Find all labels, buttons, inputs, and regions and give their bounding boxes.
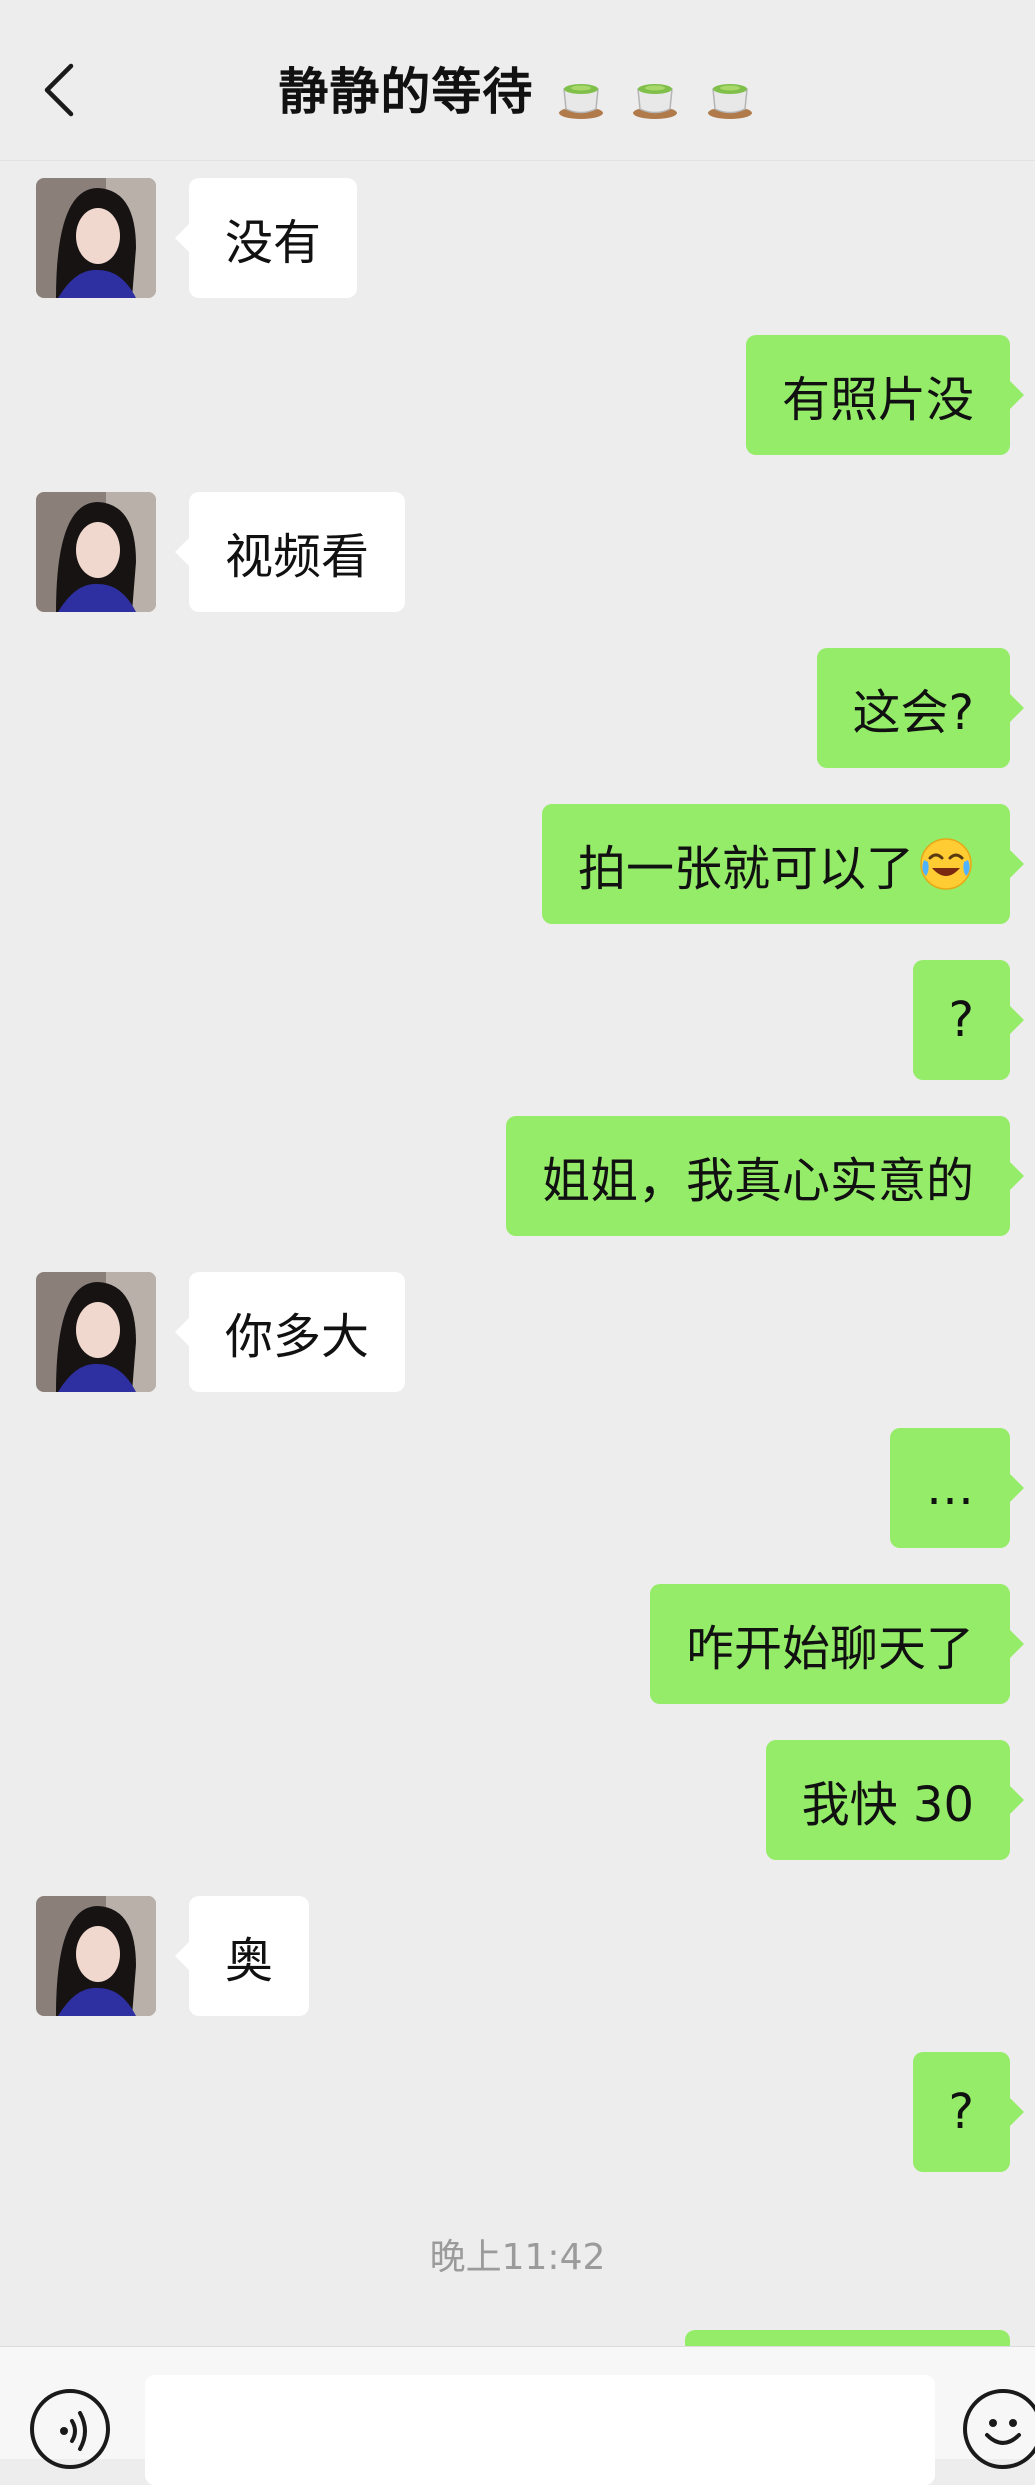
message-bubble-incoming[interactable]: 视频看 — [174, 492, 406, 612]
message-text: 我快 30 — [801, 1777, 974, 1833]
message-text: ? — [948, 992, 974, 1048]
input-bar — [0, 2346, 1035, 2485]
message-text: 没有 — [225, 215, 322, 271]
message-bubble-incoming[interactable]: 没有 — [174, 178, 358, 298]
contact-avatar[interactable] — [36, 492, 156, 612]
message-bubble-outgoing[interactable]: 拍一张就可以了 — [541, 804, 1025, 924]
message-bubble-outgoing[interactable]: 我快 30 — [765, 1740, 1025, 1860]
tea-cup-icon — [558, 83, 603, 119]
contact-avatar[interactable] — [36, 178, 156, 298]
crying-laughing-emoji-icon — [920, 838, 972, 890]
emoji-button[interactable] — [963, 2389, 1035, 2469]
message-bubble-outgoing[interactable]: 这会? — [816, 648, 1025, 768]
message-bubble-outgoing[interactable]: ? — [912, 2052, 1025, 2172]
tea-cup-icon — [633, 83, 678, 119]
contact-avatar[interactable] — [36, 1896, 156, 2016]
message-bubble-outgoing[interactable]: ? — [912, 960, 1025, 1080]
message-text: 视频看 — [225, 529, 370, 585]
message-text: 奥 — [225, 1933, 274, 1989]
avatar-image — [36, 178, 156, 298]
message-bubble-outgoing[interactable]: 有照片没 — [745, 335, 1025, 455]
message-bubble-incoming[interactable]: 奥 — [174, 1896, 310, 2016]
avatar-image — [36, 1272, 156, 1392]
chat-title: 静静的等待 — [278, 63, 534, 121]
message-text: 有照片没 — [781, 372, 974, 428]
message-text: 你多大 — [225, 1309, 370, 1365]
message-bubble-incoming[interactable]: 你多大 — [174, 1272, 406, 1392]
voice-icon — [60, 2411, 87, 2451]
message-text: 咋开始聊天了 — [685, 1621, 974, 1677]
tea-cup-icon — [707, 83, 752, 119]
contact-avatar[interactable] — [36, 1272, 156, 1392]
message-text: 拍一张就可以了 — [577, 841, 914, 897]
avatar-image — [36, 1896, 156, 2016]
voice-button[interactable] — [30, 2389, 110, 2469]
emoji-icon — [985, 2419, 1021, 2445]
message-input[interactable] — [145, 2375, 935, 2485]
message-timestamp: 晚上11:42 — [429, 2237, 606, 2278]
message-text: ? — [948, 2084, 974, 2140]
message-text: 姐姐，我真心实意的 — [541, 1153, 974, 1209]
message-bubble-outgoing[interactable]: … — [890, 1428, 1024, 1548]
message-bubble-outgoing[interactable]: 姐姐，我真心实意的 — [505, 1116, 1025, 1236]
message-bubble-outgoing[interactable]: 咋开始聊天了 — [649, 1584, 1025, 1704]
message-text: … — [926, 1460, 974, 1516]
chat-header: 静静的等待 — [0, 0, 1035, 161]
chat-title-row: 静静的等待 — [0, 52, 1035, 124]
message-text: 这会? — [852, 685, 974, 741]
avatar-image — [36, 492, 156, 612]
